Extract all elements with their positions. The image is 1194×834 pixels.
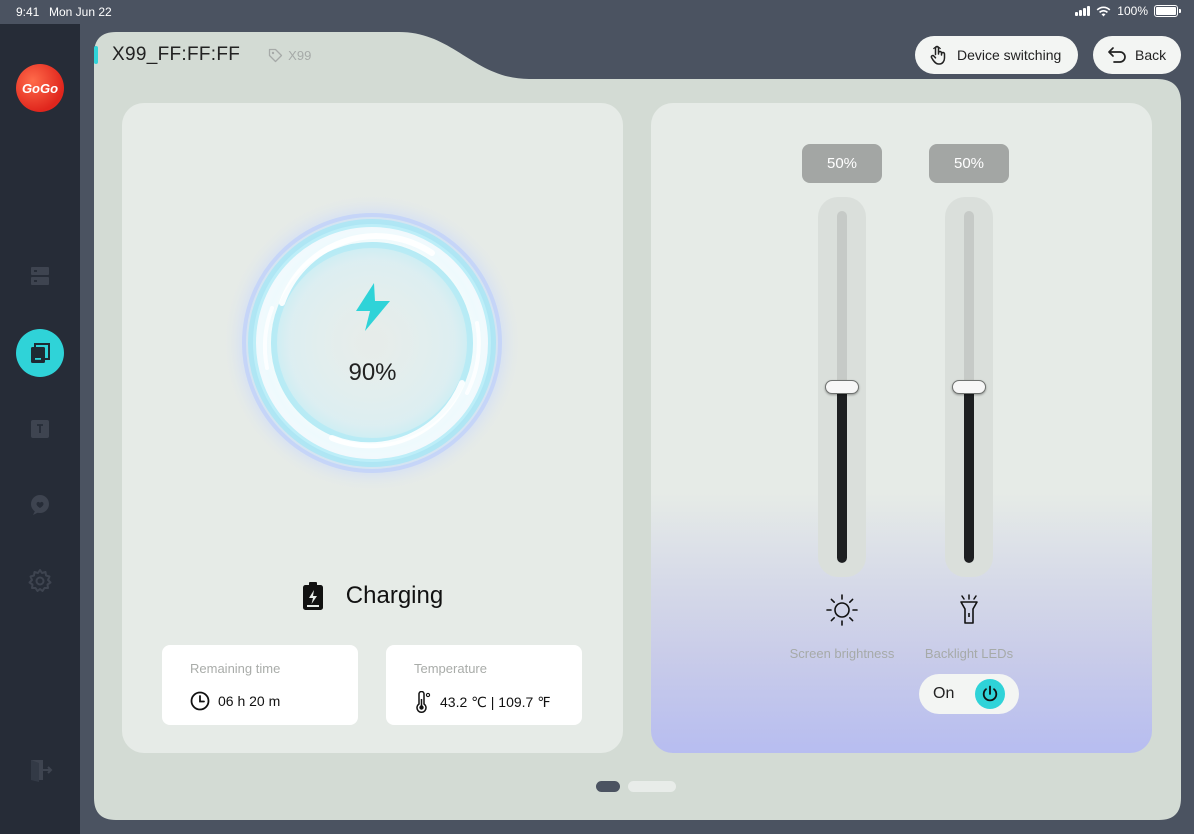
main-panel: X99_FF:FF:FF X99 Device switching Back 9… (94, 32, 1181, 820)
back-arrow-icon (1108, 47, 1126, 63)
back-button[interactable]: Back (1093, 36, 1181, 74)
chat-icon (31, 495, 49, 515)
temperature-value-row: 43.2 ℃ | 109.7 ℉ (414, 691, 551, 713)
screen-brightness-value: 50% (802, 144, 882, 183)
charging-status: Charging (122, 581, 623, 611)
remaining-time-value: 06 h 20 m (218, 693, 281, 709)
lighting-card: 50% 50% Screen brightness Backlight LEDs… (651, 103, 1152, 753)
device-switching-button[interactable]: Device switching (915, 36, 1078, 74)
battery-percentage: 90% (348, 359, 397, 386)
sun-icon-wrap (818, 593, 866, 627)
power-icon (982, 685, 998, 702)
flashlight-icon-wrap (945, 593, 993, 627)
remaining-time-box: Remaining time 06 h 20 m (162, 645, 358, 725)
logout-icon (31, 760, 53, 782)
device-switching-label: Device switching (957, 47, 1062, 63)
flashlight-icon (960, 594, 978, 624)
text-box-icon (31, 420, 49, 438)
sun-icon (826, 594, 858, 626)
backlight-leds-label: Backlight LEDs (924, 646, 1014, 661)
sidebar-item-device[interactable] (16, 329, 64, 377)
thermometer-icon (416, 691, 431, 713)
remaining-time-label: Remaining time (190, 661, 281, 676)
signal-icon (1075, 6, 1091, 16)
screen-brightness-label: Screen brightness (789, 646, 895, 661)
sidebar-item-text[interactable] (24, 413, 56, 445)
title-accent-bar (94, 46, 98, 64)
slider-thumb[interactable] (952, 380, 986, 394)
page-indicator[interactable] (596, 781, 676, 792)
battery-icon (1154, 5, 1181, 17)
remaining-time-value-row: 06 h 20 m (190, 691, 280, 711)
sidebar-item-server[interactable] (24, 260, 56, 292)
device-header: X99_FF:FF:FF X99 (94, 44, 311, 66)
status-bar: 9:41 Mon Jun 22 100% (0, 0, 1194, 24)
charging-label: Charging (345, 582, 444, 609)
toggle-knob[interactable] (975, 679, 1005, 709)
app-logo[interactable]: GoGo (16, 64, 64, 112)
charging-ring-graphic (222, 193, 522, 493)
sidebar-item-logout[interactable] (24, 754, 56, 786)
device-icon (31, 343, 50, 363)
server-icon (31, 267, 49, 285)
status-date: Mon Jun 22 (49, 5, 112, 19)
status-indicators: 100% (1075, 4, 1181, 18)
lightning-icon (356, 283, 390, 331)
slider-fill (837, 387, 847, 563)
wifi-icon (1096, 6, 1111, 16)
gear-icon (28, 569, 52, 592)
page-dot[interactable] (628, 781, 676, 792)
backlight-leds-slider[interactable] (945, 197, 993, 577)
clock-icon (190, 691, 210, 711)
status-time: 9:41 (16, 5, 40, 19)
battery-card: 90% Charging Remaining time 06 h 20 m Te… (122, 103, 623, 753)
tag-icon (269, 48, 283, 62)
sidebar-item-chat[interactable] (24, 489, 56, 521)
temperature-box: Temperature 43.2 ℃ | 109.7 ℉ (386, 645, 582, 725)
temperature-label: Temperature (414, 661, 487, 676)
page-dot-active[interactable] (596, 781, 620, 792)
sidebar-item-settings[interactable] (24, 565, 56, 597)
battery-charging-icon (302, 582, 323, 610)
device-tag: X99 (268, 48, 311, 63)
backlight-leds-value: 50% (929, 144, 1009, 183)
back-label: Back (1135, 47, 1167, 63)
backlight-power-toggle[interactable]: On (919, 674, 1019, 714)
tap-hand-icon (930, 45, 946, 65)
temperature-value: 43.2 ℃ | 109.7 ℉ (440, 693, 551, 710)
device-name: X99_FF:FF:FF (112, 44, 241, 65)
sidebar: GoGo (0, 24, 80, 834)
toggle-state-label: On (933, 685, 955, 702)
slider-thumb[interactable] (825, 380, 859, 394)
battery-percent: 100% (1117, 4, 1148, 18)
slider-fill (964, 387, 974, 563)
device-tag-label: X99 (288, 47, 312, 63)
screen-brightness-slider[interactable] (818, 197, 866, 577)
